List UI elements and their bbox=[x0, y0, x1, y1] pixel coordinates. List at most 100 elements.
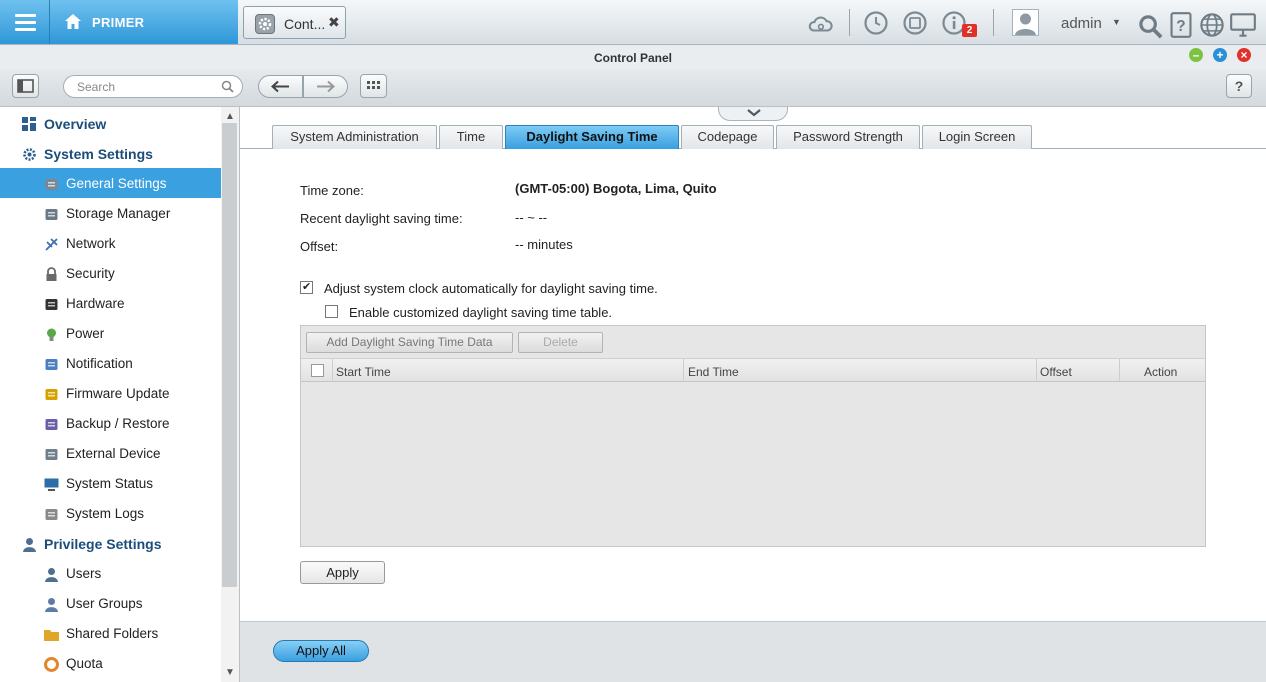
sidebar-item-label: Storage Manager bbox=[66, 206, 171, 221]
search-icon[interactable] bbox=[1138, 14, 1164, 40]
clock-icon[interactable] bbox=[863, 10, 889, 36]
scroll-down-icon[interactable]: ▼ bbox=[223, 666, 237, 680]
arrow-left-icon bbox=[271, 80, 289, 93]
sidebar-item-system-logs[interactable]: System Logs bbox=[0, 498, 221, 528]
recent-dst-value: -- ~ -- bbox=[515, 210, 548, 225]
sidebar-item-security[interactable]: Security bbox=[0, 258, 221, 288]
app-tab-control-panel[interactable]: Cont... ✖ bbox=[243, 6, 346, 39]
user-avatar-icon bbox=[1015, 13, 1036, 35]
sidebar-item-label: Firmware Update bbox=[66, 386, 170, 401]
svg-text:?: ? bbox=[1176, 18, 1185, 35]
footer-bar bbox=[240, 621, 1266, 682]
add-dst-data-button[interactable]: Add Daylight Saving Time Data bbox=[306, 332, 513, 353]
globe-icon[interactable] bbox=[1199, 12, 1225, 38]
custom-table-checkbox[interactable] bbox=[325, 305, 338, 318]
grid-icon bbox=[22, 117, 36, 131]
column-divider bbox=[1119, 359, 1120, 382]
sidebar-category-system-settings[interactable]: System Settings bbox=[0, 138, 221, 168]
sidebar-item-user-groups[interactable]: User Groups bbox=[0, 588, 221, 618]
auto-adjust-checkbox[interactable] bbox=[300, 280, 313, 294]
tab-login-screen[interactable]: Login Screen bbox=[922, 125, 1032, 149]
sidebar-item-network[interactable]: Network bbox=[0, 228, 221, 258]
window-title: Control Panel bbox=[593, 51, 672, 65]
cloud-icon[interactable] bbox=[807, 11, 833, 37]
grid-icon bbox=[367, 81, 380, 89]
sidebar-item-label: System Settings bbox=[44, 146, 153, 162]
tab-system-administration[interactable]: System Administration bbox=[272, 125, 437, 149]
tab-password-strength[interactable]: Password Strength bbox=[776, 125, 920, 149]
top-bar: PRIMER Cont... ✖ 2 admin ▼ ? bbox=[0, 0, 1266, 45]
tab-daylight-saving-time[interactable]: Daylight Saving Time bbox=[505, 125, 679, 149]
search-icon[interactable] bbox=[221, 80, 234, 93]
column-header-offset[interactable]: Offset bbox=[1040, 365, 1072, 379]
firmware-icon bbox=[44, 387, 58, 401]
sidebar-item-users[interactable]: Users bbox=[0, 558, 221, 588]
help-icon[interactable]: ? bbox=[1168, 12, 1194, 38]
sidebar-item-external-device[interactable]: External Device bbox=[0, 438, 221, 468]
sidebar-item-general-settings[interactable]: General Settings bbox=[0, 168, 221, 198]
sidebar-item-system-status[interactable]: System Status bbox=[0, 468, 221, 498]
avatar[interactable] bbox=[1012, 9, 1039, 36]
desktop-icon[interactable] bbox=[1230, 12, 1256, 38]
sidebar-icon bbox=[17, 79, 34, 93]
tab-time[interactable]: Time bbox=[439, 125, 503, 149]
sidebar-item-label: Network bbox=[66, 236, 116, 251]
column-header-end-time[interactable]: End Time bbox=[688, 365, 739, 379]
select-all-checkbox[interactable] bbox=[311, 364, 324, 377]
column-divider bbox=[1036, 359, 1037, 382]
toggle-sidebar-button[interactable] bbox=[12, 74, 39, 98]
auto-adjust-label: Adjust system clock automatically for da… bbox=[324, 281, 658, 296]
delete-button[interactable]: Delete bbox=[518, 332, 603, 353]
column-divider bbox=[683, 359, 684, 382]
bulb-icon bbox=[44, 327, 58, 341]
column-divider bbox=[332, 359, 333, 382]
sidebar-item-label: General Settings bbox=[66, 176, 167, 191]
sidebar-item-label: Power bbox=[66, 326, 105, 341]
sidebar-item-power[interactable]: Power bbox=[0, 318, 221, 348]
timezone-label: Time zone: bbox=[300, 183, 364, 198]
scrollbar-thumb[interactable] bbox=[222, 123, 237, 587]
sidebar-item-notification[interactable]: Notification bbox=[0, 348, 221, 378]
main-menu-button[interactable] bbox=[0, 0, 50, 44]
column-header-action[interactable]: Action bbox=[1144, 365, 1177, 379]
home-icon bbox=[65, 14, 81, 29]
close-window-icon[interactable]: × bbox=[1237, 48, 1251, 62]
apply-button[interactable]: Apply bbox=[300, 561, 385, 584]
minimize-icon[interactable]: – bbox=[1189, 48, 1203, 62]
divider bbox=[993, 9, 994, 36]
sync-icon[interactable] bbox=[902, 10, 928, 36]
backup-icon bbox=[44, 417, 58, 431]
sidebar-item-label: Privilege Settings bbox=[44, 536, 162, 552]
scroll-up-icon[interactable]: ▲ bbox=[223, 110, 237, 124]
timezone-value: (GMT-05:00) Bogota, Lima, Quito bbox=[515, 181, 717, 196]
settings-doc-icon bbox=[44, 177, 58, 191]
sidebar-item-storage-manager[interactable]: Storage Manager bbox=[0, 198, 221, 228]
sidebar-item-firmware-update[interactable]: Firmware Update bbox=[0, 378, 221, 408]
user-name[interactable]: admin bbox=[1061, 15, 1102, 32]
apply-all-button[interactable]: Apply All bbox=[273, 640, 369, 662]
close-tab-icon[interactable]: ✖ bbox=[328, 14, 340, 31]
column-header-start-time[interactable]: Start Time bbox=[336, 365, 391, 379]
search-field[interactable] bbox=[63, 75, 243, 98]
sidebar-item-label: Users bbox=[66, 566, 102, 581]
apps-grid-button[interactable] bbox=[360, 74, 387, 98]
help-button[interactable]: ? bbox=[1226, 74, 1252, 98]
forward-button[interactable] bbox=[303, 75, 348, 98]
home-button[interactable]: PRIMER bbox=[50, 0, 238, 44]
sidebar-item-quota[interactable]: Quota bbox=[0, 648, 221, 678]
search-input[interactable] bbox=[77, 80, 217, 94]
sidebar-category-overview[interactable]: Overview bbox=[0, 108, 221, 138]
sidebar-item-label: System Logs bbox=[66, 506, 145, 521]
maximize-icon[interactable]: + bbox=[1213, 48, 1227, 62]
user-icon bbox=[22, 537, 36, 552]
sidebar-item-label: Overview bbox=[44, 116, 107, 132]
sidebar-item-backup-restore[interactable]: Backup / Restore bbox=[0, 408, 221, 438]
collapse-header-button[interactable] bbox=[718, 107, 788, 121]
tab-codepage[interactable]: Codepage bbox=[681, 125, 774, 149]
quota-icon bbox=[44, 657, 59, 672]
back-button[interactable] bbox=[258, 75, 303, 98]
chevron-down-icon[interactable]: ▼ bbox=[1112, 17, 1121, 27]
sidebar-item-hardware[interactable]: Hardware bbox=[0, 288, 221, 318]
sidebar-item-shared-folders[interactable]: Shared Folders bbox=[0, 618, 221, 648]
sidebar-category-privilege-settings[interactable]: Privilege Settings bbox=[0, 528, 221, 558]
